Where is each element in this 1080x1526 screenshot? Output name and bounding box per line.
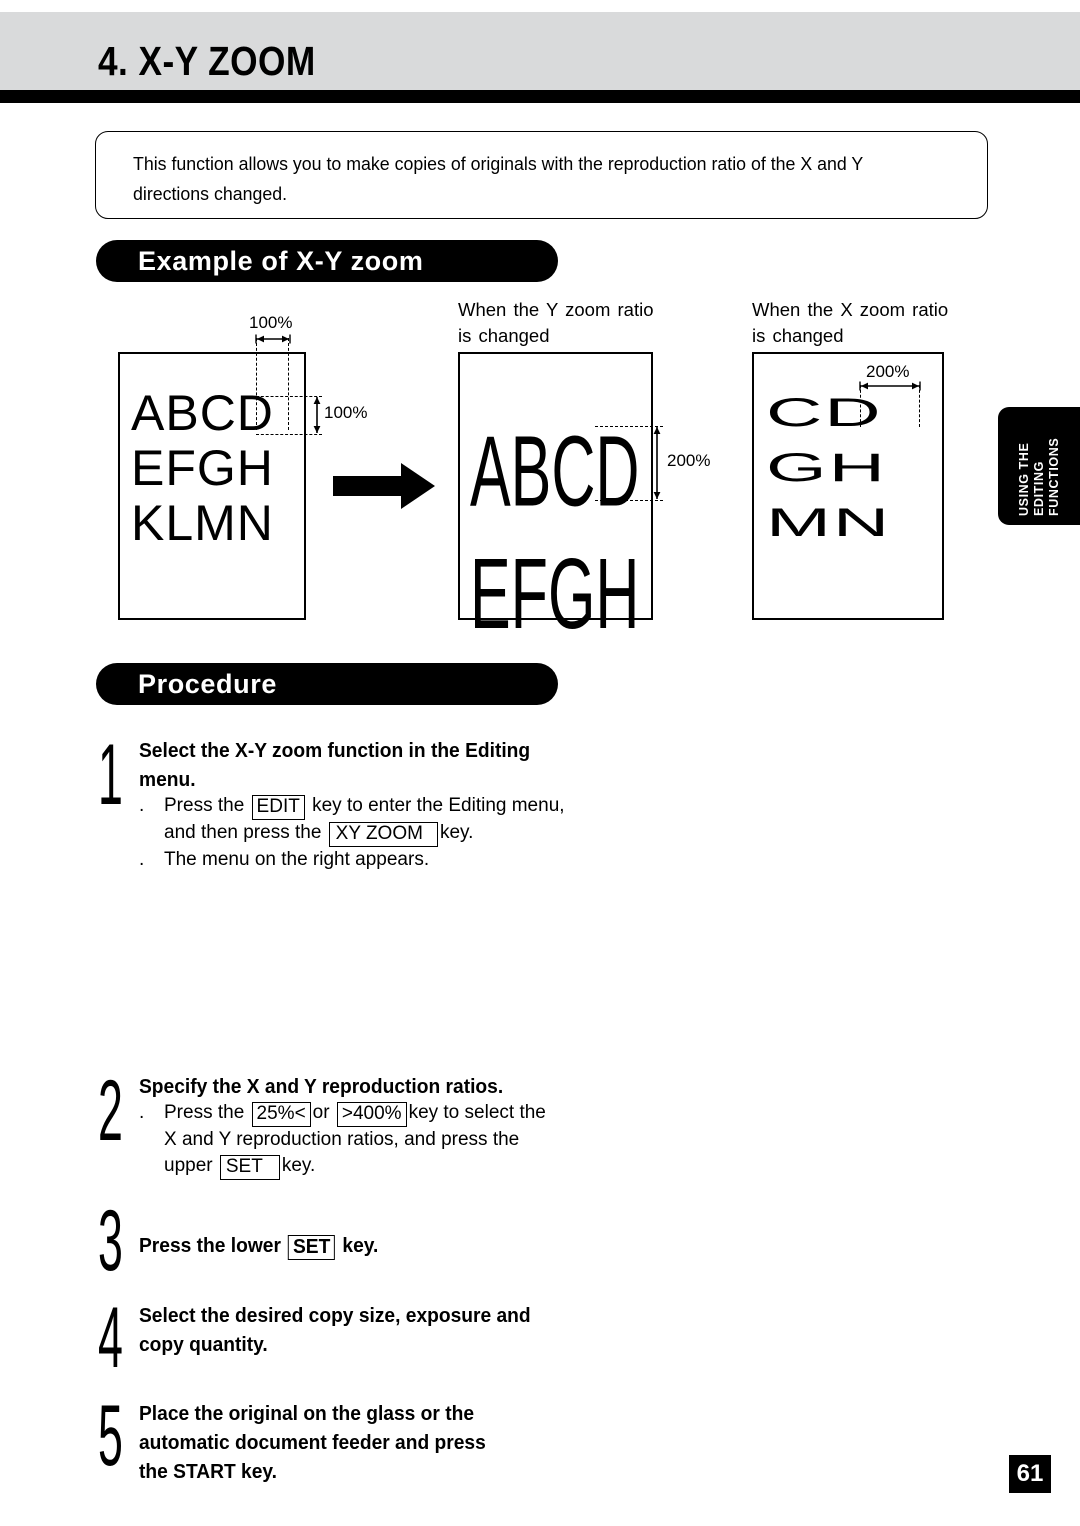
bullet-text-part: or [312,1102,335,1123]
step-2-bullet-1: . Press the 25%< or >400% key to select th… [139,1100,609,1180]
guide-dash-vertical-right [288,338,289,430]
bullet-text-part: upper [164,1155,218,1176]
guide-dash-vertical-left [256,338,257,430]
bullet-text-part: key to select the [408,1102,546,1123]
dimension-label-x-100: 100% [249,313,293,332]
section-heading-example: Example of X-Y zoom [96,240,558,282]
bullet-marker: . [139,1102,145,1123]
zoom-up-key[interactable]: >400% [336,1102,407,1127]
section-heading-example-label: Example of X-Y zoom [138,245,424,276]
bullet-text: The menu on the right appears. [164,849,430,870]
bullet-text-part: X and Y reproduction ratios, and press t… [164,1129,520,1150]
set-key-upper[interactable]: SET [219,1155,280,1180]
intro-callout-box: This function allows you to make copies … [95,131,988,219]
y-zoom-letters: ABCD EFGH [470,414,640,650]
bullet-text-part: and then press the [164,822,327,843]
dimension-arrow-vertical-100 [313,397,321,433]
step-3-heading-pre: Press the lower [139,1235,287,1257]
bullet-text-part: key to enter the Editing menu, [306,795,565,816]
step-4-heading: Select the desired copy size, exposure a… [139,1305,531,1356]
side-tab-line-2: EDITING [1031,461,1046,516]
header-divider-rule [0,90,1080,103]
x-zoom-letters: CD GH MN [766,391,892,545]
side-tab-label: USING THE EDITING FUNCTIONS [998,407,1080,525]
step-number-1: 1 [98,727,123,823]
zoom-down-key[interactable]: 25%< [251,1102,311,1127]
bullet-text: Press the EDIT key to enter the Editing … [164,793,589,847]
step-3-heading-post: key. [337,1235,379,1257]
side-tab-line-3: FUNCTIONS [1046,437,1061,516]
section-heading-procedure-label: Procedure [138,668,277,699]
step-1-heading: Select the X-Y zoom function in the Edit… [139,740,531,791]
step-2-heading: Specify the X and Y reproduction ratios. [139,1076,504,1098]
step-3-heading: Press the lower SET key. [139,1203,590,1261]
right-arrow-icon [333,463,435,509]
dimension-arrow-horizontal-100 [255,334,291,344]
step-number-4: 4 [98,1290,123,1386]
step-1-bullet-1: . Press the EDIT key to enter the Editin… [139,793,589,847]
caption-y-zoom: When the Y zoom ratio is changed [458,299,654,346]
page-title: 4. X-Y ZOOM [98,38,316,84]
dimension-arrow-vertical-200 [653,427,661,499]
xy-zoom-key[interactable]: XY ZOOM [328,822,438,847]
manual-page: 4. X-Y ZOOM This function allows you to … [0,0,1080,1526]
section-heading-procedure: Procedure [96,663,558,705]
bullet-text-part: key. [439,822,474,843]
page-number-badge: 61 [1009,1455,1051,1493]
step-5-heading: Place the original on the glass or the a… [139,1403,486,1483]
bullet-marker: . [139,795,145,816]
side-tab-using-the-editing-functions: USING THE EDITING FUNCTIONS [998,407,1080,525]
dimension-label-y-100: 100% [324,403,368,422]
step-number-3: 3 [98,1193,123,1289]
step-number-2: 2 [98,1063,123,1159]
intro-text: This function allows you to make copies … [133,153,863,204]
edit-key[interactable]: EDIT [251,795,305,820]
bullet-marker: . [139,849,145,870]
step-1-bullet-2: . The menu on the right appears. [139,847,589,873]
dimension-label-y-200: 200% [667,451,711,470]
side-tab-line-1: USING THE [1016,442,1031,516]
dimension-arrow-horizontal-200 [859,381,921,391]
bullet-text-part: Press the [164,795,250,816]
step-number-5: 5 [98,1388,123,1484]
original-letters: ABCD EFGH KLMN [131,385,274,551]
set-key-lower[interactable]: SET [288,1235,336,1260]
caption-x-zoom: When the X zoom ratio is changed [752,299,949,346]
bullet-text-part: Press the [164,1102,250,1123]
step-2-body: . Press the 25%< or >400% key to select th… [139,1100,609,1180]
step-1-body: . Press the EDIT key to enter the Editin… [139,793,589,873]
bullet-text: Press the 25%< or >400% key to select the … [164,1100,609,1180]
bullet-text-part: key. [281,1155,316,1176]
